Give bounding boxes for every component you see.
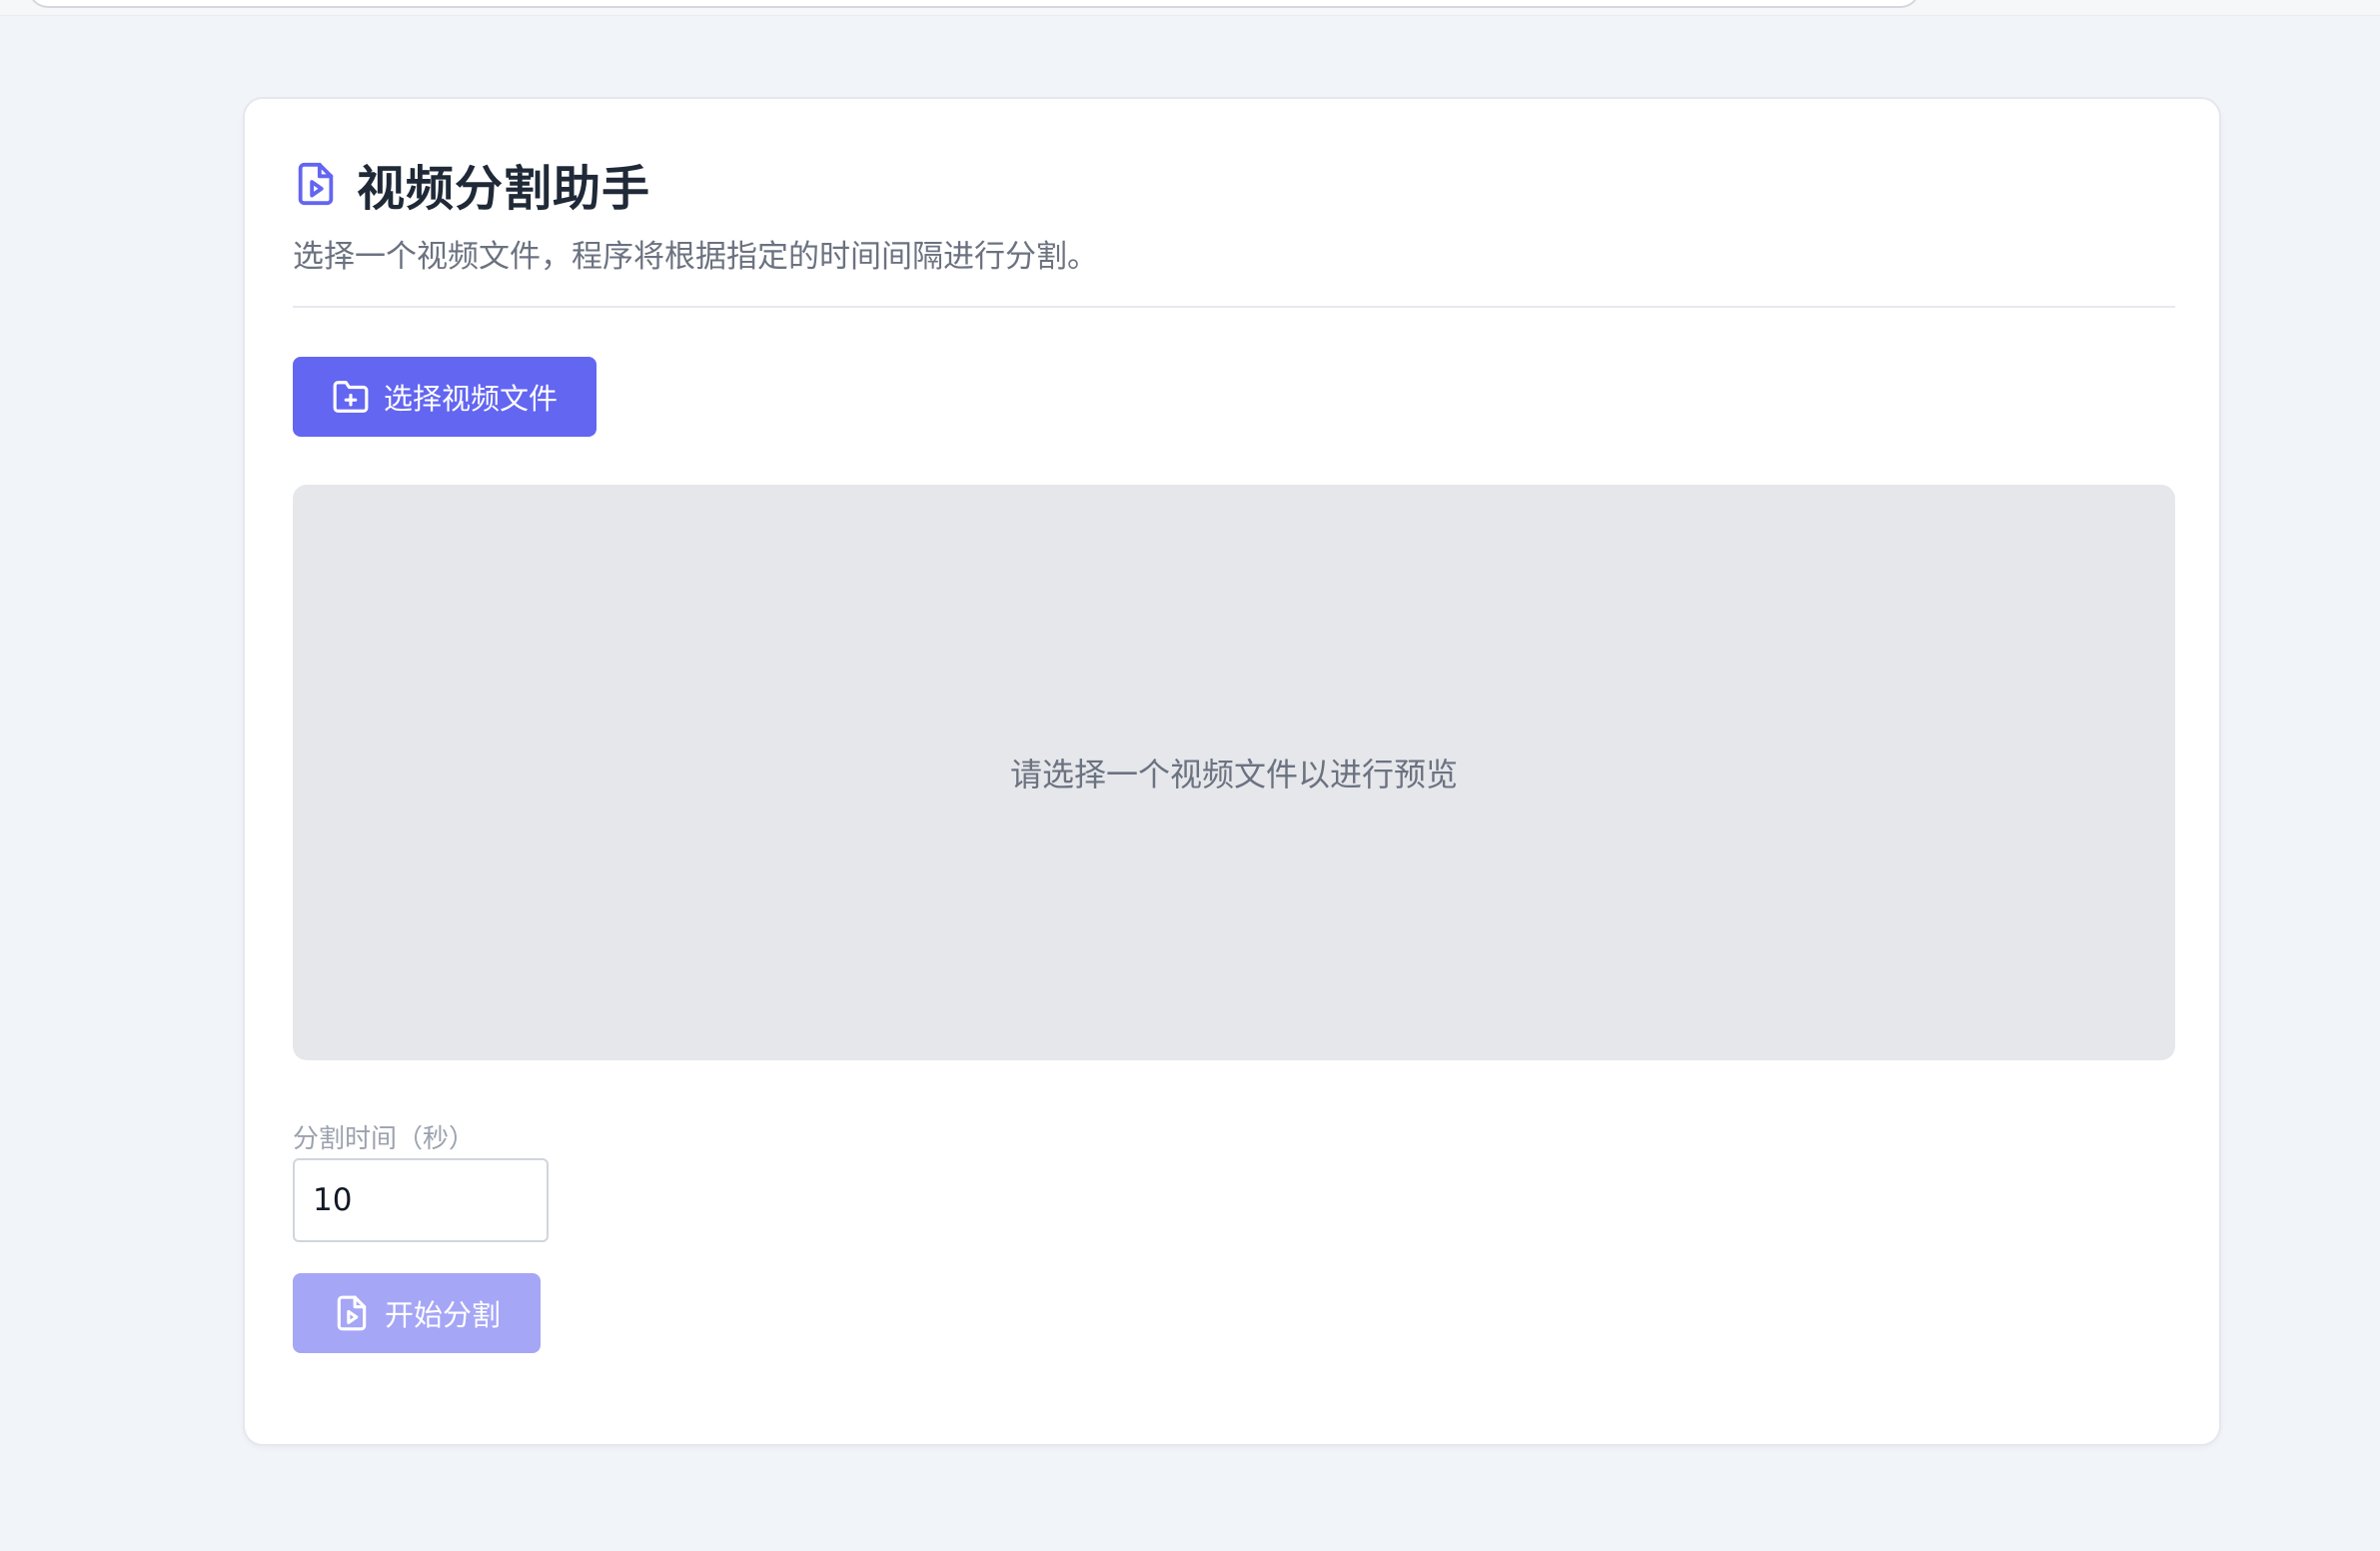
header-divider [293, 306, 2175, 308]
video-preview-area: 请选择一个视频文件以进行预览 [293, 485, 2175, 1060]
page-title: 视频分割助手 [357, 161, 651, 217]
select-video-button-label: 选择视频文件 [383, 382, 558, 416]
file-video-icon [293, 161, 339, 207]
split-time-input[interactable] [293, 1158, 549, 1242]
main-card: 视频分割助手 选择一个视频文件，程序将根据指定的时间间隔进行分割。 选择视频文件… [243, 97, 2221, 1446]
file-video-icon [333, 1294, 371, 1332]
address-bar-edge [28, 0, 1920, 8]
folder-plus-icon [332, 378, 370, 416]
start-split-button-label: 开始分割 [384, 1298, 501, 1332]
select-video-button[interactable]: 选择视频文件 [293, 357, 596, 437]
page-subtitle: 选择一个视频文件，程序将根据指定的时间间隔进行分割。 [293, 239, 1098, 275]
preview-placeholder: 请选择一个视频文件以进行预览 [1009, 756, 1458, 793]
page-header: 视频分割助手 [293, 149, 650, 219]
split-time-label: 分割时间（秒） [293, 1124, 476, 1154]
start-split-button[interactable]: 开始分割 [293, 1273, 541, 1353]
browser-top-strip [0, 0, 2380, 16]
